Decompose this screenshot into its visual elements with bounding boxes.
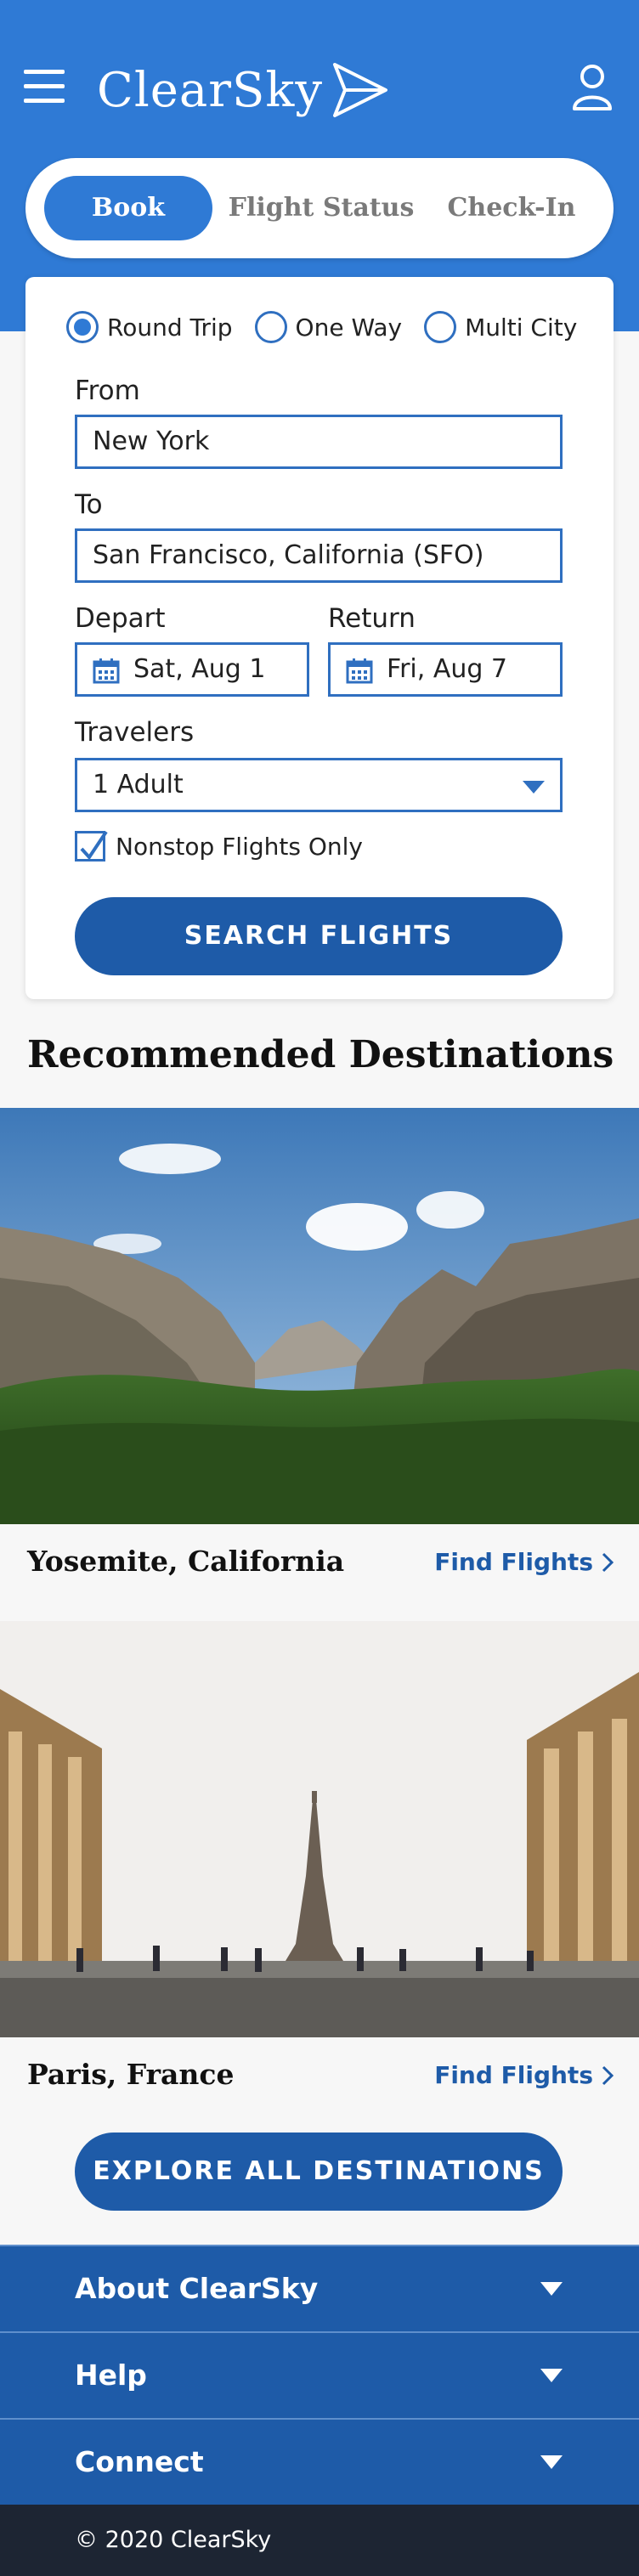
radio-round-trip[interactable]: Round Trip [66, 311, 233, 343]
chevron-right-icon [602, 1552, 614, 1572]
booking-form: Round Trip One Way Multi City From New Y… [25, 277, 614, 999]
hamburger-menu-icon[interactable] [24, 70, 65, 104]
to-input[interactable]: San Francisco, California (SFO) [75, 528, 563, 583]
nonstop-label: Nonstop Flights Only [116, 832, 363, 861]
calendar-icon [346, 658, 373, 684]
checkmark-icon [80, 830, 108, 861]
radio-unchecked-icon [254, 311, 287, 343]
return-date-input[interactable]: Fri, Aug 7 [328, 642, 563, 697]
chevron-down-icon [523, 781, 545, 794]
calendar-icon [93, 658, 120, 684]
from-input[interactable]: New York [75, 415, 563, 469]
site-header: ClearSky [0, 0, 639, 161]
footer-accordion-about[interactable]: About ClearSky [0, 2245, 639, 2331]
section-title: Recommended Destinations [27, 1033, 614, 1076]
footer-accordion-help[interactable]: Help [0, 2331, 639, 2418]
from-label: From [75, 376, 140, 406]
logo[interactable]: ClearSky [97, 56, 391, 124]
radio-multi-city[interactable]: Multi City [424, 311, 577, 343]
tab-book[interactable]: Book [44, 176, 212, 240]
chevron-down-icon [540, 2282, 563, 2296]
radio-label: Multi City [465, 313, 578, 342]
find-flights-link[interactable]: Find Flights [434, 2061, 614, 2089]
checkbox-box [75, 830, 108, 861]
explore-destinations-button[interactable]: EXPLORE ALL DESTINATIONS [75, 2133, 563, 2211]
tab-flight-status[interactable]: Flight Status [228, 176, 415, 240]
nonstop-checkbox[interactable]: Nonstop Flights Only [75, 830, 363, 861]
search-flights-button[interactable]: SEARCH FLIGHTS [75, 897, 563, 975]
site-footer: © 2020 ClearSky [0, 2505, 639, 2576]
copyright-text: © 2020 ClearSky [75, 2527, 272, 2553]
chevron-down-icon [540, 2369, 563, 2382]
depart-date-input[interactable]: Sat, Aug 1 [75, 642, 309, 697]
booking-tabs: Book Flight Status Check-In [25, 158, 614, 258]
app-name: ClearSky [97, 62, 323, 118]
footer-accordion-connect[interactable]: Connect [0, 2418, 639, 2505]
find-flights-label: Find Flights [434, 2061, 593, 2089]
find-flights-label: Find Flights [434, 1548, 593, 1576]
chevron-right-icon [602, 2065, 614, 2085]
accordion-label: Help [75, 2359, 147, 2392]
trip-type-group: Round Trip One Way Multi City [66, 311, 577, 343]
destination-name: Paris, France [27, 2058, 235, 2091]
to-label: To [75, 489, 103, 520]
depart-label: Depart [75, 603, 166, 634]
find-flights-link[interactable]: Find Flights [434, 1548, 614, 1576]
return-label: Return [328, 603, 416, 634]
paper-plane-icon [333, 63, 387, 117]
travelers-label: Travelers [75, 717, 195, 748]
radio-one-way[interactable]: One Way [254, 311, 403, 343]
destination-image-paris[interactable] [0, 1621, 639, 2037]
radio-checked-icon [66, 311, 99, 343]
accordion-label: Connect [75, 2445, 204, 2478]
return-date-value: Fri, Aug 7 [387, 654, 508, 684]
radio-label: One Way [295, 313, 403, 342]
destination-name: Yosemite, California [27, 1545, 345, 1578]
destination-image-yosemite[interactable] [0, 1108, 639, 1524]
radio-unchecked-icon [424, 311, 457, 343]
accordion-label: About ClearSky [75, 2272, 319, 2305]
travelers-select[interactable]: 1 Adult [75, 758, 563, 812]
tab-check-in[interactable]: Check-In [427, 176, 597, 240]
chevron-down-icon [540, 2455, 563, 2469]
depart-date-value: Sat, Aug 1 [133, 654, 266, 684]
user-account-icon[interactable] [571, 63, 614, 110]
radio-label: Round Trip [107, 313, 233, 342]
travelers-value: 1 Adult [93, 770, 184, 799]
